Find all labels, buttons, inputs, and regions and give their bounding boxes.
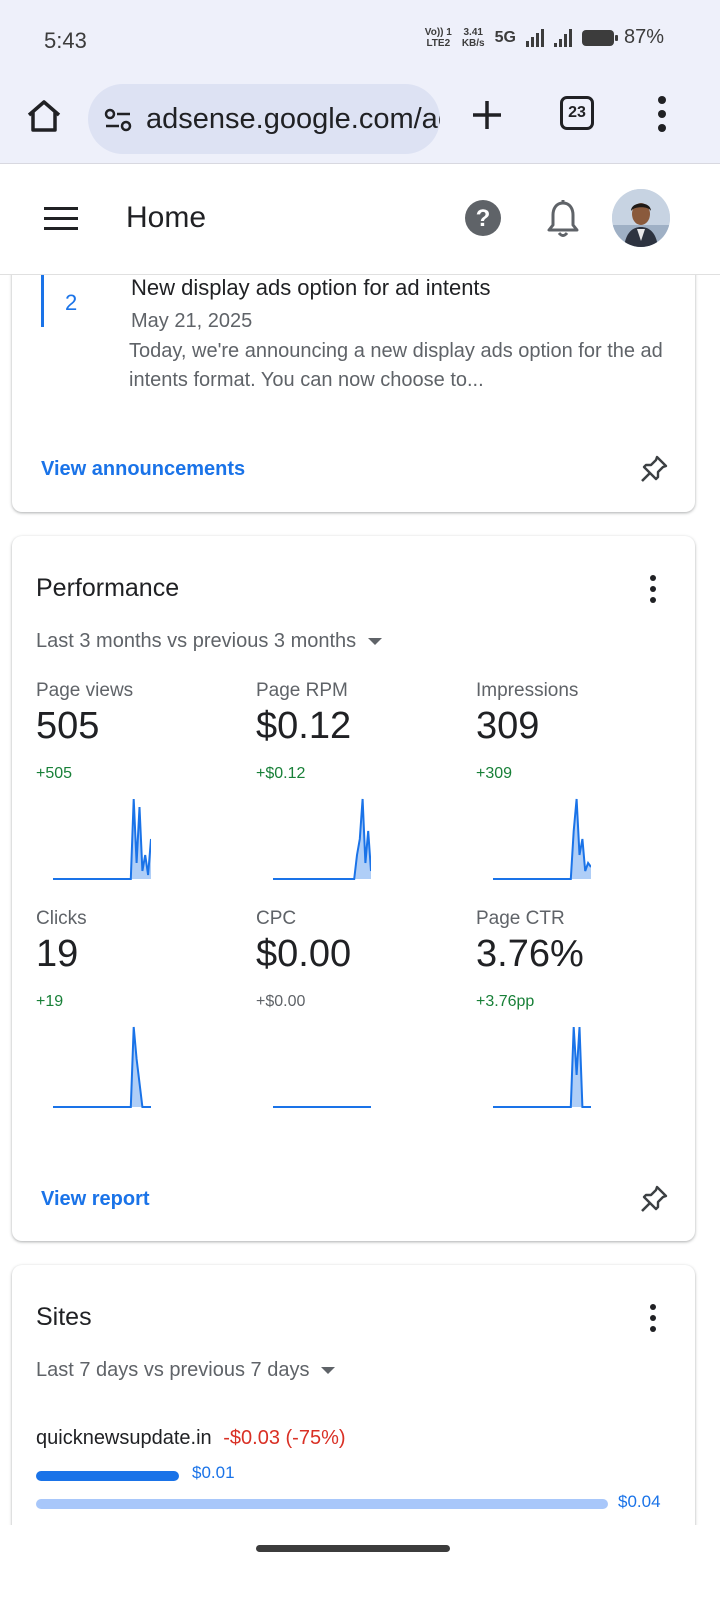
sites-range-label: Last 7 days vs previous 7 days xyxy=(36,1359,310,1381)
performance-card: Performance Last 3 months vs previous 3 … xyxy=(12,536,695,1241)
battery-icon xyxy=(581,29,618,46)
url-text[interactable]: adsense.google.com/adsense xyxy=(146,103,440,136)
metric-page-views[interactable]: Page views 505 +505 xyxy=(36,680,236,900)
metric-sparkline xyxy=(493,1026,591,1108)
announcement-title[interactable]: New display ads option for ad intents xyxy=(131,275,491,301)
metric-impressions[interactable]: Impressions 309 +309 xyxy=(476,680,676,900)
performance-title: Performance xyxy=(36,574,180,602)
previous-earnings-value: $0.04 xyxy=(618,1492,661,1511)
home-icon[interactable] xyxy=(24,96,64,136)
address-bar[interactable]: adsense.google.com/adsense xyxy=(88,84,440,154)
performance-range-dropdown[interactable]: Last 3 months vs previous 3 months xyxy=(36,630,383,653)
signal-2-icon xyxy=(553,28,572,47)
sites-range-dropdown[interactable]: Last 7 days vs previous 7 days xyxy=(36,1359,336,1382)
metric-value: $0.12 xyxy=(256,705,352,747)
more-vert-icon[interactable] xyxy=(656,94,668,134)
network-type: 5G xyxy=(494,28,516,46)
announcements-card: 2 New display ads option for ad intents … xyxy=(12,240,695,512)
metric-label: Page RPM xyxy=(256,680,348,701)
announcement-number: 2 xyxy=(65,290,78,315)
metric-label: Page views xyxy=(36,680,134,701)
dropdown-arrow-icon xyxy=(321,1367,336,1374)
metric-value: 19 xyxy=(36,933,79,975)
notifications-icon[interactable] xyxy=(546,199,580,239)
metric-delta: +309 xyxy=(476,765,513,782)
pin-icon[interactable] xyxy=(639,454,669,484)
site-domain: quicknewsupdate.in xyxy=(36,1427,212,1449)
view-report-link[interactable]: View report xyxy=(41,1188,150,1211)
sparkline-area xyxy=(53,1027,151,1107)
status-bar: 5:43 Vo)) 1 LTE2 3.41 KB/s 5G 87% xyxy=(0,0,720,80)
metric-delta: +3.76pp xyxy=(476,993,535,1010)
metric-value: 309 xyxy=(476,705,540,747)
more-vert-icon[interactable] xyxy=(648,574,658,604)
network-speed: 3.41 KB/s xyxy=(461,26,485,49)
signal-1-icon xyxy=(525,28,544,47)
metric-page-ctr[interactable]: Page CTR 3.76% +3.76pp xyxy=(476,908,676,1128)
metric-page-rpm[interactable]: Page RPM $0.12 +$0.12 xyxy=(256,680,456,900)
site-settings-icon[interactable] xyxy=(104,108,132,132)
site-row[interactable]: quicknewsupdate.in -$0.03 (-75%) xyxy=(36,1427,346,1450)
volte-indicator: Vo)) 1 LTE2 xyxy=(424,26,452,49)
metric-clicks[interactable]: Clicks 19 +19 xyxy=(36,908,236,1128)
menu-icon[interactable] xyxy=(44,206,78,232)
sites-title: Sites xyxy=(36,1303,92,1331)
help-icon[interactable]: ? xyxy=(464,199,502,237)
metric-delta: +$0.00 xyxy=(256,993,306,1010)
home-indicator[interactable] xyxy=(256,1545,450,1552)
new-tab-icon[interactable] xyxy=(470,98,504,132)
page-title: Home xyxy=(126,201,207,234)
site-change: -$0.03 (-75%) xyxy=(223,1427,346,1449)
avatar[interactable] xyxy=(612,189,670,247)
sparkline-line xyxy=(273,798,371,880)
previous-earnings-bar xyxy=(36,1499,608,1509)
metric-sparkline xyxy=(273,798,371,880)
metric-label: CPC xyxy=(256,908,297,929)
dropdown-arrow-icon xyxy=(368,638,383,645)
metric-sparkline xyxy=(493,798,591,880)
avatar-image xyxy=(612,189,670,247)
performance-range-label: Last 3 months vs previous 3 months xyxy=(36,630,357,652)
metric-value: 505 xyxy=(36,705,100,747)
current-earnings-bar xyxy=(36,1471,179,1481)
more-vert-icon[interactable] xyxy=(648,1303,658,1333)
announcement-date: May 21, 2025 xyxy=(131,310,253,332)
metric-value: 3.76% xyxy=(476,933,584,975)
tab-switcher-icon[interactable]: 23 xyxy=(560,96,594,130)
pin-icon[interactable] xyxy=(639,1184,669,1214)
metric-cpc[interactable]: CPC $0.00 +$0.00 xyxy=(256,908,456,1128)
announcement-marker xyxy=(41,275,44,327)
metric-sparkline xyxy=(53,798,151,880)
announcement-body: Today, we're announcing a new display ad… xyxy=(129,340,663,391)
app-bar: Home ? xyxy=(0,165,720,275)
current-earnings-value: $0.01 xyxy=(192,1463,235,1482)
metric-delta: +$0.12 xyxy=(256,765,306,782)
battery-percent: 87% xyxy=(623,26,664,48)
metric-label: Clicks xyxy=(36,908,87,929)
metric-label: Page CTR xyxy=(476,908,565,929)
sites-card: Sites Last 7 days vs previous 7 days qui… xyxy=(12,1265,695,1535)
metric-label: Impressions xyxy=(476,680,579,701)
metric-sparkline xyxy=(53,1026,151,1108)
view-announcements-link[interactable]: View announcements xyxy=(41,458,245,481)
gesture-nav-bar xyxy=(0,1525,720,1600)
svg-text:?: ? xyxy=(476,205,491,232)
status-icons: Vo)) 1 LTE2 3.41 KB/s 5G 87% xyxy=(425,26,664,49)
metric-value: $0.00 xyxy=(256,933,352,975)
browser-toolbar: adsense.google.com/adsense 23 xyxy=(0,80,720,164)
status-time: 5:43 xyxy=(44,28,87,53)
metric-delta: +505 xyxy=(36,765,73,782)
metric-sparkline xyxy=(273,1106,371,1108)
metric-delta: +19 xyxy=(36,993,64,1010)
